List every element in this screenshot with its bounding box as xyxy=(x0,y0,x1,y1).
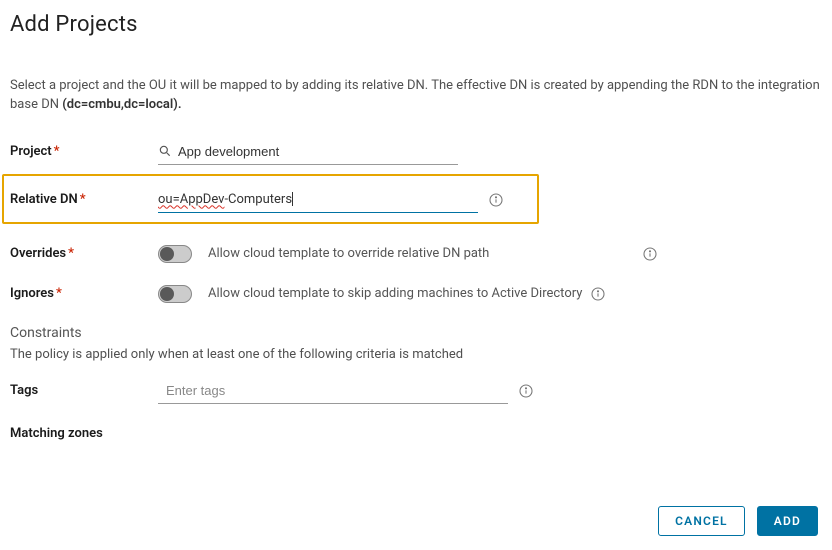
search-icon xyxy=(158,144,172,158)
relative-dn-row: Relative DN* ou=AppDev-Computers xyxy=(10,187,822,213)
matching-zones-row: Matching zones xyxy=(10,426,822,441)
overrides-toggle-label: Allow cloud template to override relativ… xyxy=(208,246,489,261)
project-row: Project* xyxy=(10,139,822,165)
info-icon[interactable] xyxy=(642,246,658,262)
add-button[interactable]: ADD xyxy=(757,506,818,536)
relative-dn-label: Relative DN* xyxy=(10,192,158,207)
required-mark: * xyxy=(80,192,86,207)
tags-row: Tags xyxy=(10,378,822,404)
project-input-wrap[interactable] xyxy=(158,139,458,165)
relative-dn-text[interactable]: ou=AppDev-Computers xyxy=(158,192,293,207)
cancel-button[interactable]: CANCEL xyxy=(658,506,745,536)
tags-label: Tags xyxy=(10,383,158,398)
overrides-label: Overrides* xyxy=(10,246,158,261)
project-input[interactable] xyxy=(178,142,458,161)
info-icon[interactable] xyxy=(590,286,606,302)
relative-dn-input-wrap[interactable]: ou=AppDev-Computers xyxy=(158,187,478,213)
project-label: Project* xyxy=(10,144,158,159)
tags-input-wrap[interactable] xyxy=(158,378,508,404)
required-mark: * xyxy=(68,246,74,261)
text-cursor xyxy=(292,192,293,206)
description-text: Select a project and the OU it will be m… xyxy=(10,77,822,115)
tags-input[interactable] xyxy=(158,381,508,400)
info-icon[interactable] xyxy=(518,383,534,399)
ignores-toggle[interactable] xyxy=(158,285,192,303)
ignores-toggle-label: Allow cloud template to skip adding mach… xyxy=(208,286,582,301)
overrides-toggle[interactable] xyxy=(158,245,192,263)
page-title: Add Projects xyxy=(10,12,822,37)
tags-field-wrap xyxy=(158,378,534,404)
relative-dn-rest: -Computers xyxy=(224,192,292,207)
description-bold: (dc=cmbu,dc=local). xyxy=(62,97,181,112)
constraints-description: The policy is applied only when at least… xyxy=(10,347,822,362)
required-mark: * xyxy=(54,144,60,159)
overrides-field-wrap: Allow cloud template to override relativ… xyxy=(158,245,658,263)
button-row: CANCEL ADD xyxy=(658,506,818,536)
relative-dn-field-wrap: ou=AppDev-Computers xyxy=(158,187,504,213)
required-mark: * xyxy=(56,286,62,301)
ignores-row: Ignores* Allow cloud template to skip ad… xyxy=(10,285,822,303)
info-icon[interactable] xyxy=(488,192,504,208)
overrides-row: Overrides* Allow cloud template to overr… xyxy=(10,245,822,263)
matching-zones-label: Matching zones xyxy=(10,426,158,441)
project-field-wrap xyxy=(158,139,458,165)
constraints-heading: Constraints xyxy=(10,325,822,341)
ignores-label: Ignores* xyxy=(10,286,158,301)
ignores-field-wrap: Allow cloud template to skip adding mach… xyxy=(158,285,658,303)
relative-dn-squiggled: ou=AppDev xyxy=(158,192,224,207)
